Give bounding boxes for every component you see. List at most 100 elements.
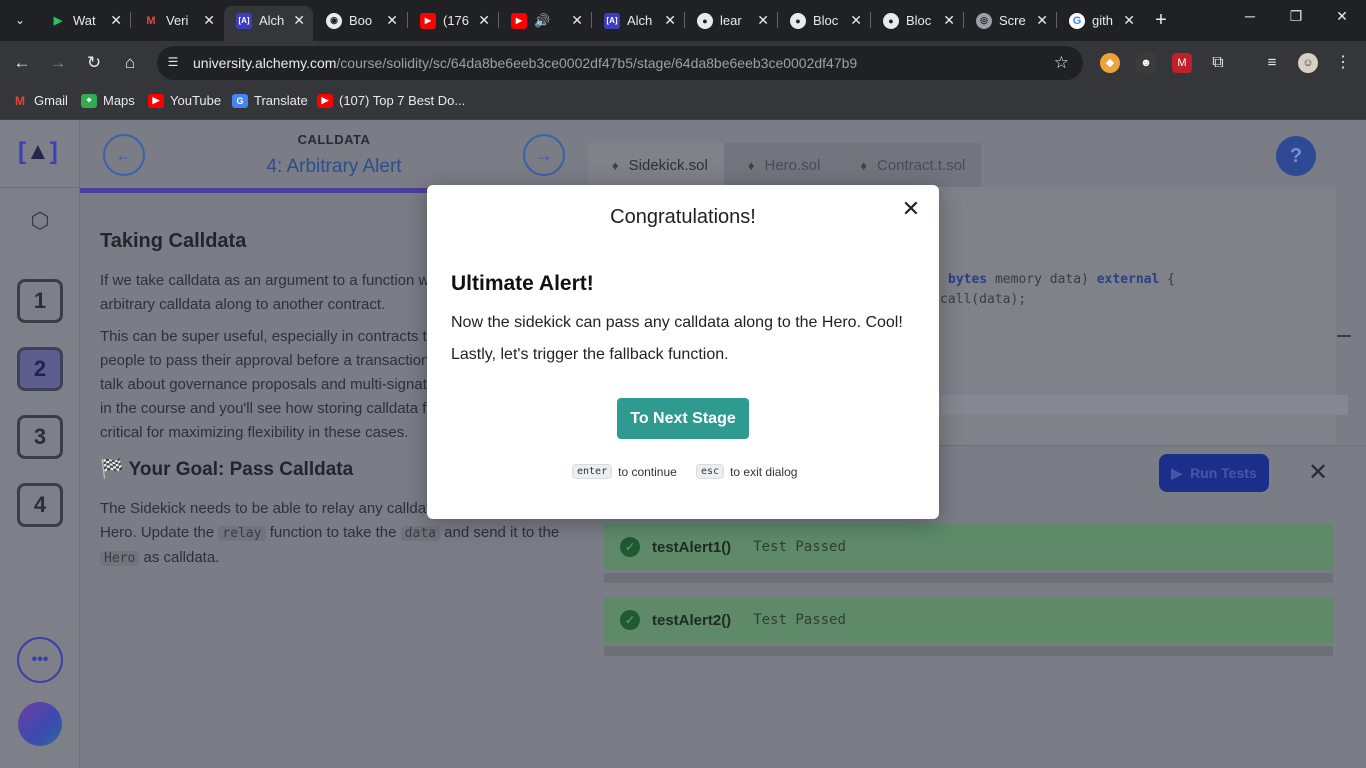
stage-title: 4: Arbitrary Alert bbox=[266, 156, 402, 177]
stage-button-3[interactable]: 3 bbox=[17, 415, 63, 459]
stage-button-1[interactable]: 1 bbox=[17, 279, 63, 323]
home-button[interactable]: ⌂ bbox=[118, 51, 142, 75]
editor-tab-contract-test[interactable]: ♦ Contract.t.sol bbox=[836, 143, 982, 187]
site-info-icon[interactable]: ☰ bbox=[165, 55, 181, 71]
extensions-puzzle-icon[interactable]: ⧉ bbox=[1208, 53, 1228, 73]
tab-label: Scre bbox=[999, 13, 1026, 28]
extension-mendeley-icon[interactable]: M bbox=[1172, 53, 1192, 73]
new-tab-button[interactable]: + bbox=[1150, 9, 1172, 32]
browser-tab[interactable]: ● lear ✕ bbox=[685, 6, 777, 35]
close-icon[interactable]: ✕ bbox=[478, 12, 490, 29]
enter-key: enter bbox=[572, 464, 613, 479]
profile-avatar[interactable]: ☺ bbox=[1298, 53, 1318, 73]
extension-ninja-icon[interactable]: ☻ bbox=[1136, 53, 1156, 73]
next-stage-arrow-button[interactable]: → bbox=[523, 134, 565, 176]
play-icon: ▶ bbox=[53, 15, 63, 27]
bookmark-video[interactable]: ▶ (107) Top 7 Best Do... bbox=[317, 93, 465, 108]
close-window-button[interactable]: ✕ bbox=[1319, 8, 1365, 25]
youtube-icon: ▶ bbox=[420, 12, 436, 29]
bookmark-gmail[interactable]: M Gmail bbox=[12, 93, 68, 108]
alchemy-icon: [A] bbox=[236, 12, 252, 29]
more-options-button[interactable]: ••• bbox=[17, 637, 63, 683]
editor-tabs: ♦ Sidekick.sol ♦ Hero.sol ♦ Contract.t.sol bbox=[588, 143, 982, 187]
ethereum-icon: ♦ bbox=[860, 157, 867, 173]
bookmark-youtube[interactable]: ▶ YouTube bbox=[148, 93, 221, 108]
browser-tab[interactable]: ◉ Boo ✕ bbox=[314, 6, 406, 35]
test-scrollbar[interactable] bbox=[604, 646, 1333, 656]
bookmark-label: Translate bbox=[254, 93, 308, 108]
gmail-icon: M bbox=[15, 93, 25, 108]
editor-tab-sidekick[interactable]: ♦ Sidekick.sol bbox=[588, 143, 724, 187]
reload-button[interactable]: ↻ bbox=[82, 51, 106, 75]
browser-tab[interactable]: ▶ 🔊 ✕ bbox=[499, 6, 591, 35]
url-path: /course/solidity/sc/64da8be6eeb3ce0002df… bbox=[336, 55, 858, 71]
browser-tab[interactable]: G gith ✕ bbox=[1057, 6, 1143, 35]
stage-button-4[interactable]: 4 bbox=[17, 483, 63, 527]
browser-tab[interactable]: M Veri ✕ bbox=[131, 6, 223, 35]
code-line: call(data); bbox=[940, 292, 1027, 307]
user-avatar[interactable] bbox=[18, 702, 62, 746]
close-tests-button[interactable]: ✕ bbox=[1308, 458, 1328, 487]
close-icon[interactable]: ✕ bbox=[850, 12, 862, 29]
close-icon[interactable]: ✕ bbox=[203, 12, 215, 29]
menu-kebab-icon[interactable]: ⋮ bbox=[1333, 53, 1353, 73]
tab-search-icon[interactable]: ⌄ bbox=[9, 9, 31, 31]
extension-shield-icon[interactable]: ◆ bbox=[1100, 53, 1120, 73]
browser-tab[interactable]: ▶ (176 ✕ bbox=[408, 6, 498, 35]
inline-code: Hero bbox=[100, 551, 140, 566]
close-icon[interactable]: ✕ bbox=[757, 12, 769, 29]
stage-button-2[interactable]: 2 bbox=[17, 347, 63, 391]
browser-tab[interactable]: ▶ Wat ✕ bbox=[38, 6, 130, 35]
restore-button[interactable]: ❐ bbox=[1273, 8, 1319, 25]
maps-icon: ⌖ bbox=[81, 93, 97, 108]
test-status: Test Passed bbox=[753, 612, 846, 628]
close-icon[interactable]: ✕ bbox=[943, 12, 955, 29]
congratulations-dialog: Congratulations! ✕ Ultimate Alert! Now t… bbox=[427, 185, 939, 519]
globe-icon: ◎ bbox=[976, 12, 992, 29]
close-dialog-button[interactable]: ✕ bbox=[899, 197, 923, 221]
close-icon[interactable]: ✕ bbox=[110, 12, 122, 29]
bookmark-star-icon[interactable]: ☆ bbox=[1054, 53, 1069, 73]
forward-button[interactable]: → bbox=[46, 51, 70, 75]
help-button[interactable]: ? bbox=[1276, 136, 1316, 176]
to-next-stage-button[interactable]: To Next Stage bbox=[617, 398, 749, 439]
media-control-icon[interactable]: ≡ bbox=[1262, 53, 1282, 73]
tab-label: Alch bbox=[627, 13, 653, 28]
esc-hint-text: to exit dialog bbox=[730, 464, 798, 479]
ethereum-icon: ♦ bbox=[612, 157, 619, 173]
close-icon[interactable]: ✕ bbox=[571, 12, 583, 29]
close-icon[interactable]: ✕ bbox=[1123, 12, 1135, 29]
alchemy-icon: [A] bbox=[604, 12, 620, 29]
close-icon[interactable]: ✕ bbox=[293, 12, 305, 29]
bookmark-translate[interactable]: G Translate bbox=[232, 93, 308, 108]
browser-tab[interactable]: [A] Alch ✕ bbox=[592, 6, 684, 35]
solidity-icon[interactable]: ⬡ bbox=[28, 208, 52, 238]
browser-tab[interactable]: ● Bloc ✕ bbox=[778, 6, 870, 35]
editor-tab-label: Hero.sol bbox=[764, 156, 821, 174]
speaker-icon[interactable]: 🔊 bbox=[534, 13, 550, 29]
address-bar[interactable]: ☰ university.alchemy.com/course/solidity… bbox=[157, 46, 1083, 80]
tab-label: Wat bbox=[73, 13, 96, 28]
close-icon[interactable]: ✕ bbox=[386, 12, 398, 29]
browser-tab[interactable]: ● Bloc ✕ bbox=[871, 6, 963, 35]
browser-tab-active[interactable]: [A] Alch ✕ bbox=[224, 6, 313, 41]
editor-tab-label: Sidekick.sol bbox=[628, 156, 708, 174]
github-icon: ● bbox=[697, 12, 713, 29]
minimize-button[interactable]: ─ bbox=[1227, 8, 1273, 24]
editor-tab-hero[interactable]: ♦ Hero.sol bbox=[723, 143, 837, 187]
back-button[interactable]: ← bbox=[10, 51, 34, 75]
browser-tab[interactable]: ◎ Scre ✕ bbox=[964, 6, 1056, 35]
close-icon[interactable]: ✕ bbox=[1036, 12, 1048, 29]
test-scrollbar[interactable] bbox=[604, 573, 1333, 583]
code-keyword: bytes bbox=[948, 272, 988, 287]
tab-label: (176 bbox=[443, 13, 470, 28]
inline-code: relay bbox=[218, 526, 266, 541]
url-text[interactable]: university.alchemy.com/course/solidity/s… bbox=[193, 55, 857, 71]
check-circle-icon: ✓ bbox=[620, 610, 640, 630]
bookmark-maps[interactable]: ⌖ Maps bbox=[81, 93, 135, 108]
close-icon[interactable]: ✕ bbox=[664, 12, 676, 29]
alchemy-logo[interactable]: [▲] bbox=[18, 138, 58, 166]
browser-tabstrip: ⌄ ▶ Wat ✕ M Veri ✕ [A] Alch ✕ ◉ Boo ✕ ▶ … bbox=[0, 0, 1366, 41]
editor-scrollbar[interactable] bbox=[1337, 335, 1351, 337]
run-tests-button[interactable]: ▶ Run Tests bbox=[1159, 454, 1269, 492]
